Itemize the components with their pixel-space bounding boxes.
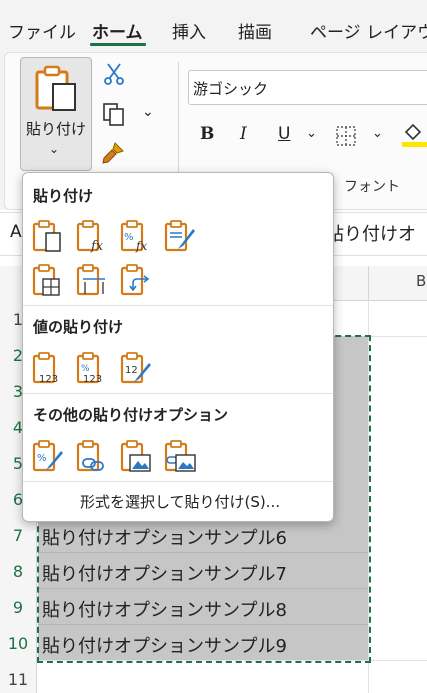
svg-text:123: 123: [83, 374, 102, 385]
clipboard-icon: [35, 65, 76, 111]
row-number[interactable]: 7: [0, 526, 36, 545]
ribbon-divider: [178, 62, 179, 182]
cut-icon[interactable]: [104, 62, 124, 86]
cell-a7[interactable]: 貼り付けオプションサンプル6: [42, 524, 287, 550]
svg-text:%: %: [81, 364, 90, 374]
cell-a9[interactable]: 貼り付けオプションサンプル8: [42, 596, 287, 622]
italic-button[interactable]: I: [240, 124, 247, 144]
paste-keep-column-widths-icon[interactable]: [75, 263, 109, 297]
paste-linked-picture-icon[interactable]: [163, 439, 197, 473]
font-name-value: 游ゴシック: [193, 80, 269, 98]
underline-dropdown-chevron-icon[interactable]: ⌄: [306, 126, 317, 141]
borders-dropdown-chevron-icon[interactable]: ⌄: [372, 126, 383, 141]
tab-insert[interactable]: 挿入: [172, 18, 206, 43]
copy-icon[interactable]: [102, 102, 126, 128]
bold-button[interactable]: B: [200, 124, 214, 144]
paste-special-menu-item[interactable]: 形式を選択して貼り付け(S)...: [80, 491, 280, 512]
column-b-label: B: [416, 272, 427, 290]
menu-divider: [23, 481, 333, 482]
tab-file[interactable]: ファイル: [8, 18, 76, 43]
paste-link-icon[interactable]: [75, 439, 109, 473]
paste-button-label: 貼り付け: [25, 120, 86, 138]
svg-text:fx: fx: [135, 239, 147, 253]
paste-values-icon[interactable]: 123: [31, 351, 65, 385]
paste-values-section-heading: 値の貼り付け: [33, 318, 124, 336]
svg-text:%: %: [124, 232, 134, 243]
paste-transpose-icon[interactable]: [119, 263, 153, 297]
paste-icon[interactable]: [31, 219, 65, 253]
cell-a10[interactable]: 貼り付けオプションサンプル9: [42, 632, 287, 658]
paste-formulas-number-format-icon[interactable]: % fx: [119, 219, 153, 253]
paste-formulas-icon[interactable]: fx: [75, 219, 109, 253]
svg-text:%: %: [37, 453, 47, 464]
font-name-select[interactable]: 游ゴシック: [188, 70, 427, 105]
other-paste-options-heading: その他の貼り付けオプション: [33, 406, 229, 424]
font-group-label: フォント: [344, 179, 400, 195]
borders-icon[interactable]: [334, 124, 360, 148]
paste-section-heading: 貼り付け: [33, 187, 94, 205]
cell-a8[interactable]: 貼り付けオプションサンプル7: [42, 560, 287, 586]
name-box[interactable]: A: [10, 222, 22, 242]
formula-input[interactable]: 貼り付けオ: [326, 220, 416, 246]
menu-divider: [23, 393, 333, 394]
ribbon-tabs: ファイル ホーム 挿入 描画 ページ レイアウ: [0, 0, 427, 50]
underline-button[interactable]: U: [278, 124, 290, 144]
chevron-down-icon: ⌄: [49, 142, 60, 156]
svg-text:123: 123: [39, 374, 58, 385]
paste-keep-source-formatting-icon[interactable]: [163, 219, 197, 253]
row-number[interactable]: 11: [0, 670, 36, 689]
menu-divider: [23, 305, 333, 306]
row-number[interactable]: 10: [0, 634, 36, 653]
svg-text:12: 12: [125, 365, 138, 376]
fill-color-icon[interactable]: [400, 120, 427, 148]
tab-draw[interactable]: 描画: [238, 18, 272, 43]
paste-button[interactable]: 貼り付け ⌄: [20, 57, 92, 171]
tab-page-layout[interactable]: ページ レイアウ: [310, 18, 427, 43]
paste-values-source-formatting-icon[interactable]: 12: [119, 351, 153, 385]
copy-dropdown-chevron-icon[interactable]: ⌄: [142, 104, 154, 120]
row-number[interactable]: 8: [0, 562, 36, 581]
row-number[interactable]: 9: [0, 598, 36, 617]
paste-no-borders-icon[interactable]: [31, 263, 65, 297]
active-tab-indicator: [90, 43, 146, 46]
format-painter-icon[interactable]: [100, 140, 126, 166]
paste-formatting-icon[interactable]: %: [31, 439, 65, 473]
paste-options-menu: 貼り付け fx % fx 値の貼り付け 123 % 123 12 その他の貼り付…: [22, 172, 334, 522]
tab-home[interactable]: ホーム: [92, 18, 143, 43]
paste-values-number-format-icon[interactable]: % 123: [75, 351, 109, 385]
paste-picture-icon[interactable]: [119, 439, 153, 473]
svg-text:fx: fx: [90, 239, 104, 253]
